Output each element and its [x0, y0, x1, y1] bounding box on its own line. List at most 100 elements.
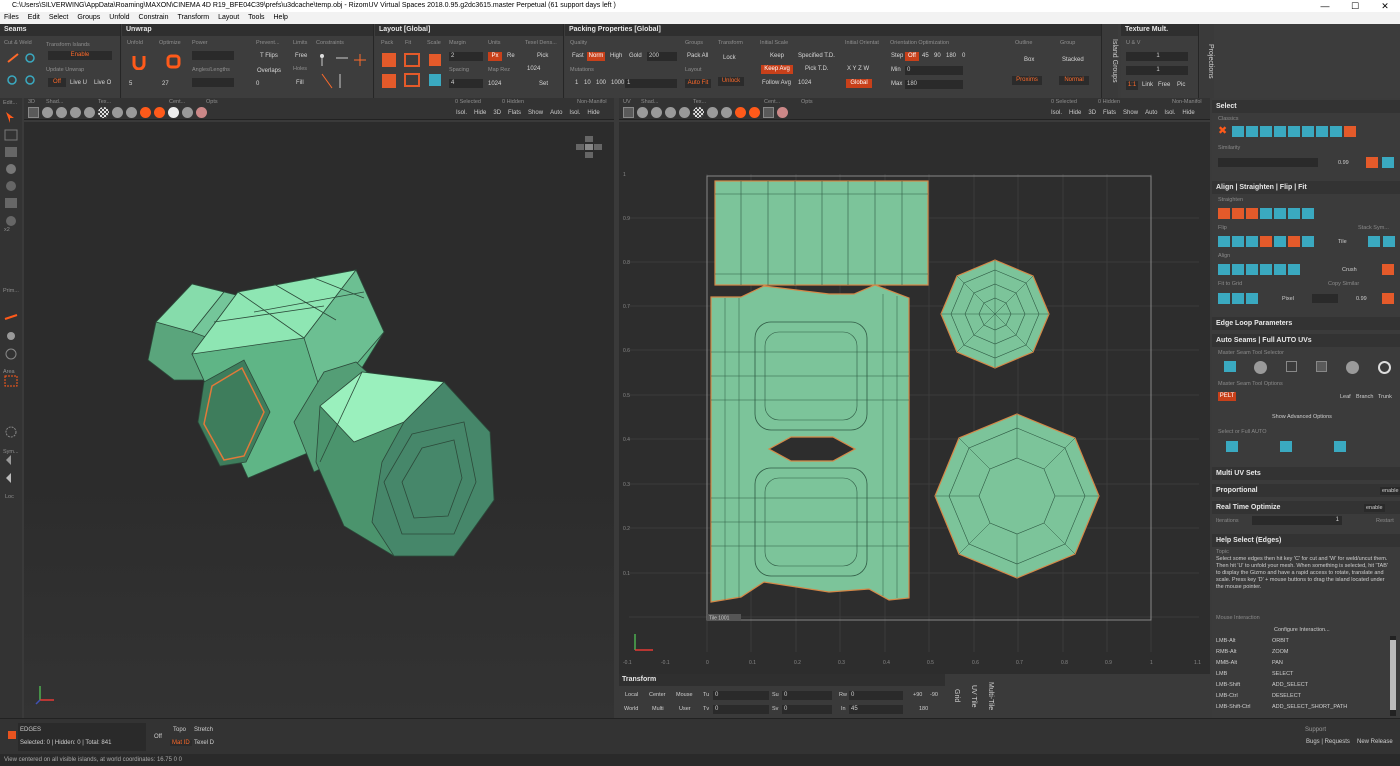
select-loop-icon[interactable] — [1288, 126, 1300, 137]
auto-seams-section[interactable]: Auto Seams | Full AUTO UVs — [1212, 334, 1400, 347]
frame-icon[interactable] — [28, 107, 39, 118]
auto-select-icon[interactable] — [1226, 441, 1238, 452]
restart-button[interactable]: Restart — [1376, 518, 1394, 524]
similarity-pick-icon[interactable] — [1366, 157, 1378, 168]
straighten-3-icon[interactable] — [1246, 208, 1258, 219]
align-6-icon[interactable] — [1288, 264, 1300, 275]
new-release-link[interactable]: New Release — [1357, 739, 1393, 745]
quality-norm[interactable]: Norm — [587, 52, 605, 61]
vpuv-isol-button[interactable]: Isol. — [1051, 110, 1062, 116]
vpuv-hide-button[interactable]: Hide — [1069, 110, 1081, 116]
pic-button[interactable]: Pic — [1177, 82, 1185, 88]
straighten-2-icon[interactable] — [1232, 208, 1244, 219]
enable-button[interactable]: Enable — [48, 51, 112, 60]
multi-tile-tab[interactable]: Multi-Tile — [980, 674, 994, 718]
tex-sphere-2-icon[interactable] — [126, 107, 137, 118]
align-4-icon[interactable] — [1260, 264, 1272, 275]
texture-sphere-icon[interactable] — [112, 107, 123, 118]
rotate-180-button[interactable]: 180 — [919, 706, 928, 712]
vp3d-shading-buttons[interactable] — [28, 107, 210, 118]
vpuv-3d-button[interactable]: 3D — [1088, 110, 1096, 116]
map-res-value-1[interactable]: 1024 — [527, 66, 540, 72]
uv-frame-icon[interactable] — [623, 107, 634, 118]
wire-sphere-icon[interactable] — [56, 107, 67, 118]
uv-shaded-icon[interactable] — [637, 107, 648, 118]
u-mult-field[interactable]: 1 — [1126, 52, 1188, 61]
keep-button[interactable]: Keep — [770, 53, 784, 59]
set-button[interactable]: Set — [539, 81, 548, 87]
quality-gold[interactable]: Gold — [629, 53, 642, 59]
user-button[interactable]: User — [679, 706, 691, 712]
link-button[interactable]: Link — [1142, 82, 1153, 88]
quality-high[interactable]: High — [610, 53, 622, 59]
mutations-1000[interactable]: 1000 — [611, 80, 624, 86]
vp3d-isol2-button[interactable]: Isol. — [569, 110, 580, 116]
vpuv-isol2-button[interactable]: Isol. — [1164, 110, 1175, 116]
straighten-6-icon[interactable] — [1288, 208, 1300, 219]
optimize-iter-value[interactable]: 27 — [162, 81, 169, 87]
crush-icon[interactable] — [1382, 264, 1394, 275]
maximize-icon[interactable]: ☐ — [1340, 0, 1370, 12]
clear-selection-icon[interactable]: ✖ — [1218, 126, 1230, 137]
flip-6-icon[interactable] — [1288, 236, 1300, 247]
uv-center-icon[interactable] — [735, 107, 746, 118]
auto-fit-button[interactable]: Auto Fit — [685, 79, 711, 88]
vp3d-3d-button[interactable]: 3D — [493, 110, 501, 116]
unlock-button[interactable]: Unlock — [718, 77, 744, 86]
su-field[interactable]: 0 — [782, 691, 832, 700]
stretch-button[interactable]: Stretch — [194, 727, 213, 733]
realtime-enable[interactable]: enable — [1364, 504, 1385, 512]
menu-edit[interactable]: Edit — [28, 12, 40, 24]
unfold-iter-value[interactable]: 5 — [129, 81, 132, 87]
menu-constrain[interactable]: Constrain — [139, 12, 169, 24]
support-label[interactable]: Support — [1305, 727, 1326, 733]
auto-unwrap-icon[interactable] — [1280, 441, 1292, 452]
seam-tool-5-icon[interactable] — [1346, 361, 1359, 374]
step-0[interactable]: 0 — [962, 53, 965, 59]
fit-grid-1-icon[interactable] — [1218, 293, 1230, 304]
similarity-value[interactable]: 0.99 — [1338, 160, 1349, 166]
vpuv-flats-button[interactable]: Flats — [1103, 110, 1116, 116]
world-button[interactable]: World — [624, 706, 638, 712]
checker-sphere-icon[interactable] — [98, 107, 109, 118]
step-90[interactable]: 90 — [934, 53, 941, 59]
close-icon[interactable]: ✕ — [1370, 0, 1400, 12]
straighten-7-icon[interactable] — [1302, 208, 1314, 219]
menu-layout[interactable]: Layout — [218, 12, 239, 24]
proportional-section[interactable]: Proportional — [1212, 484, 1400, 497]
live-o-button[interactable]: Live O — [94, 80, 111, 86]
bugs-requests-link[interactable]: Bugs | Requests — [1306, 739, 1350, 745]
stack-sym-2-icon[interactable] — [1383, 236, 1395, 247]
straighten-1-icon[interactable] — [1218, 208, 1230, 219]
copy-similar-slider[interactable] — [1312, 294, 1338, 303]
fill-toggle[interactable]: Fill — [296, 80, 304, 86]
mutations-1[interactable]: 1 — [575, 80, 578, 86]
pelt-button[interactable]: PELT — [1218, 392, 1236, 401]
select-border-icon[interactable] — [1316, 126, 1328, 137]
rotate-plus90-button[interactable]: +90 — [913, 692, 922, 698]
bindings-scrollbar[interactable] — [1390, 636, 1396, 716]
units-px-button[interactable]: Px — [488, 52, 502, 61]
mutations-100[interactable]: 100 — [596, 80, 606, 86]
uv-island-octagon-bottom[interactable] — [934, 413, 1100, 579]
max-field[interactable]: 180 — [905, 80, 963, 89]
quality-fast[interactable]: Fast — [572, 53, 584, 59]
align-5-icon[interactable] — [1274, 264, 1286, 275]
pixel-button[interactable]: Pixel — [1282, 296, 1294, 302]
global-button[interactable]: Global — [846, 79, 872, 88]
center-icon[interactable] — [140, 107, 151, 118]
menu-tools[interactable]: Tools — [248, 12, 264, 24]
free-toggle[interactable]: Free — [295, 53, 307, 59]
angles-slider[interactable] — [192, 78, 234, 87]
light-icon[interactable] — [168, 107, 179, 118]
vpuv-auto-button[interactable]: Auto — [1145, 110, 1157, 116]
minimize-icon[interactable]: — — [1310, 0, 1340, 12]
texel-d-button[interactable]: Texel D — [194, 740, 214, 746]
similarity-select-icon[interactable] — [1382, 157, 1394, 168]
flip-3-icon[interactable] — [1246, 236, 1258, 247]
select-shrink-icon[interactable] — [1274, 126, 1286, 137]
sv-field[interactable]: 0 — [782, 705, 832, 714]
uv-tile-tab[interactable]: UV Tile — [963, 674, 977, 718]
align-buttons[interactable] — [1218, 264, 1302, 275]
off-button[interactable]: Off — [154, 734, 162, 740]
